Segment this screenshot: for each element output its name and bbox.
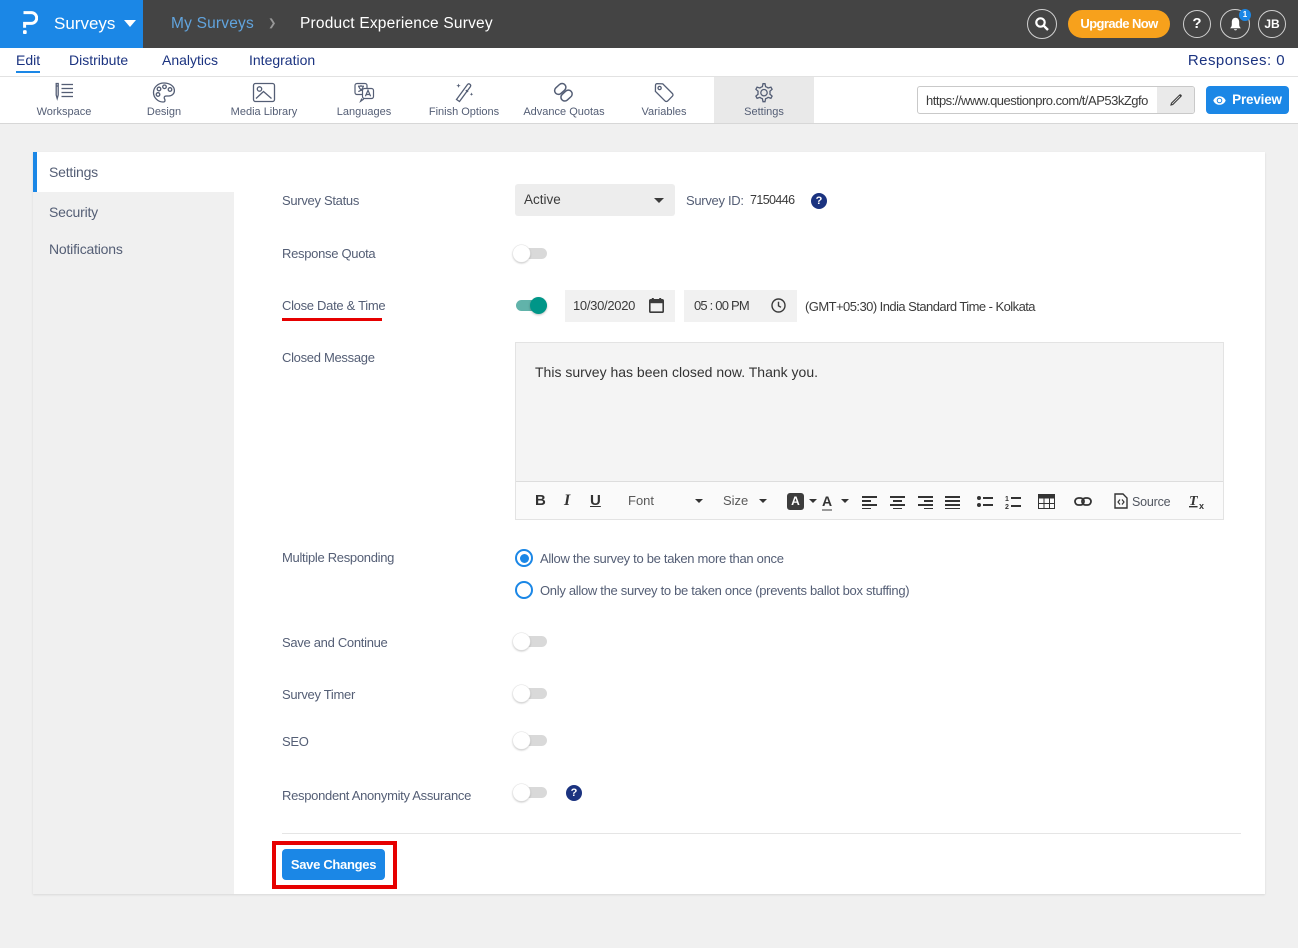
svg-text:x: x — [1199, 501, 1204, 510]
svg-text:1: 1 — [1005, 496, 1009, 503]
svg-text:2: 2 — [1005, 504, 1009, 510]
svg-text:T: T — [1189, 494, 1199, 509]
